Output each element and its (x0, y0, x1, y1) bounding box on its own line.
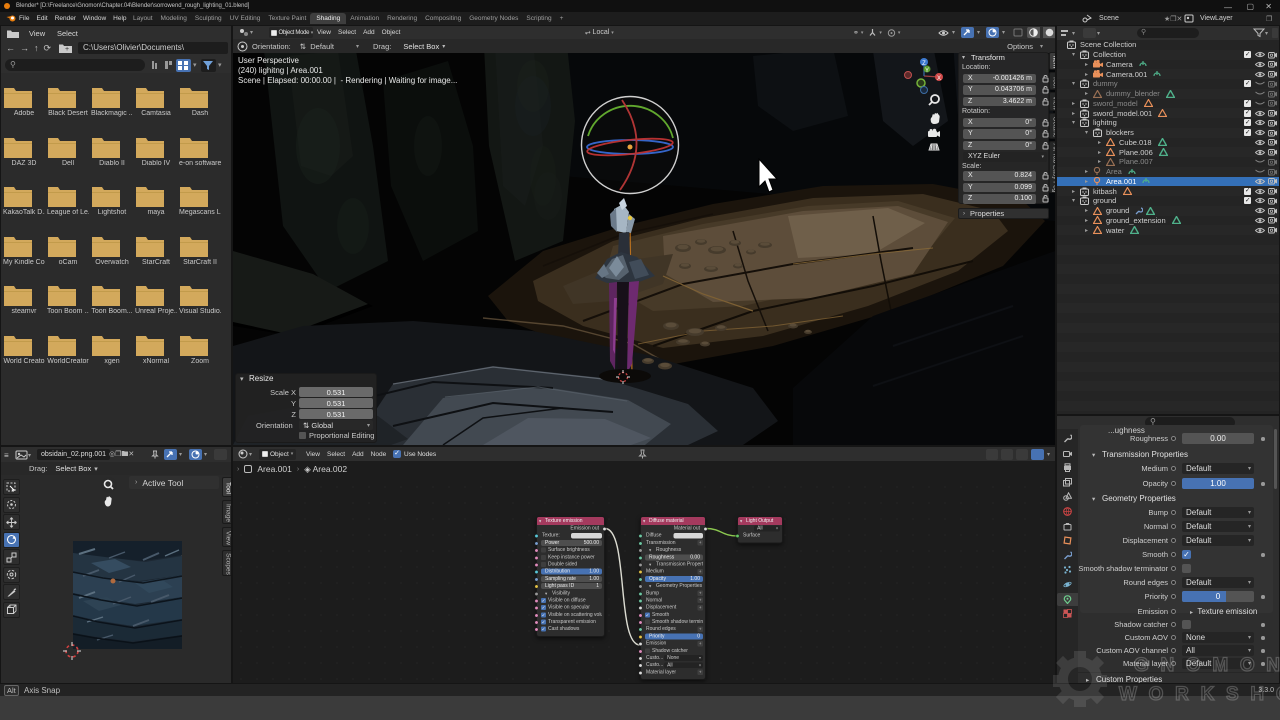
svg-text:X: X (937, 76, 941, 82)
svg-text:GNOMON: GNOMON (1134, 655, 1280, 676)
svg-text:Y: Y (925, 68, 929, 74)
svg-text:+: + (65, 46, 69, 53)
svg-text:WORKSHOP: WORKSHOP (1119, 684, 1280, 705)
